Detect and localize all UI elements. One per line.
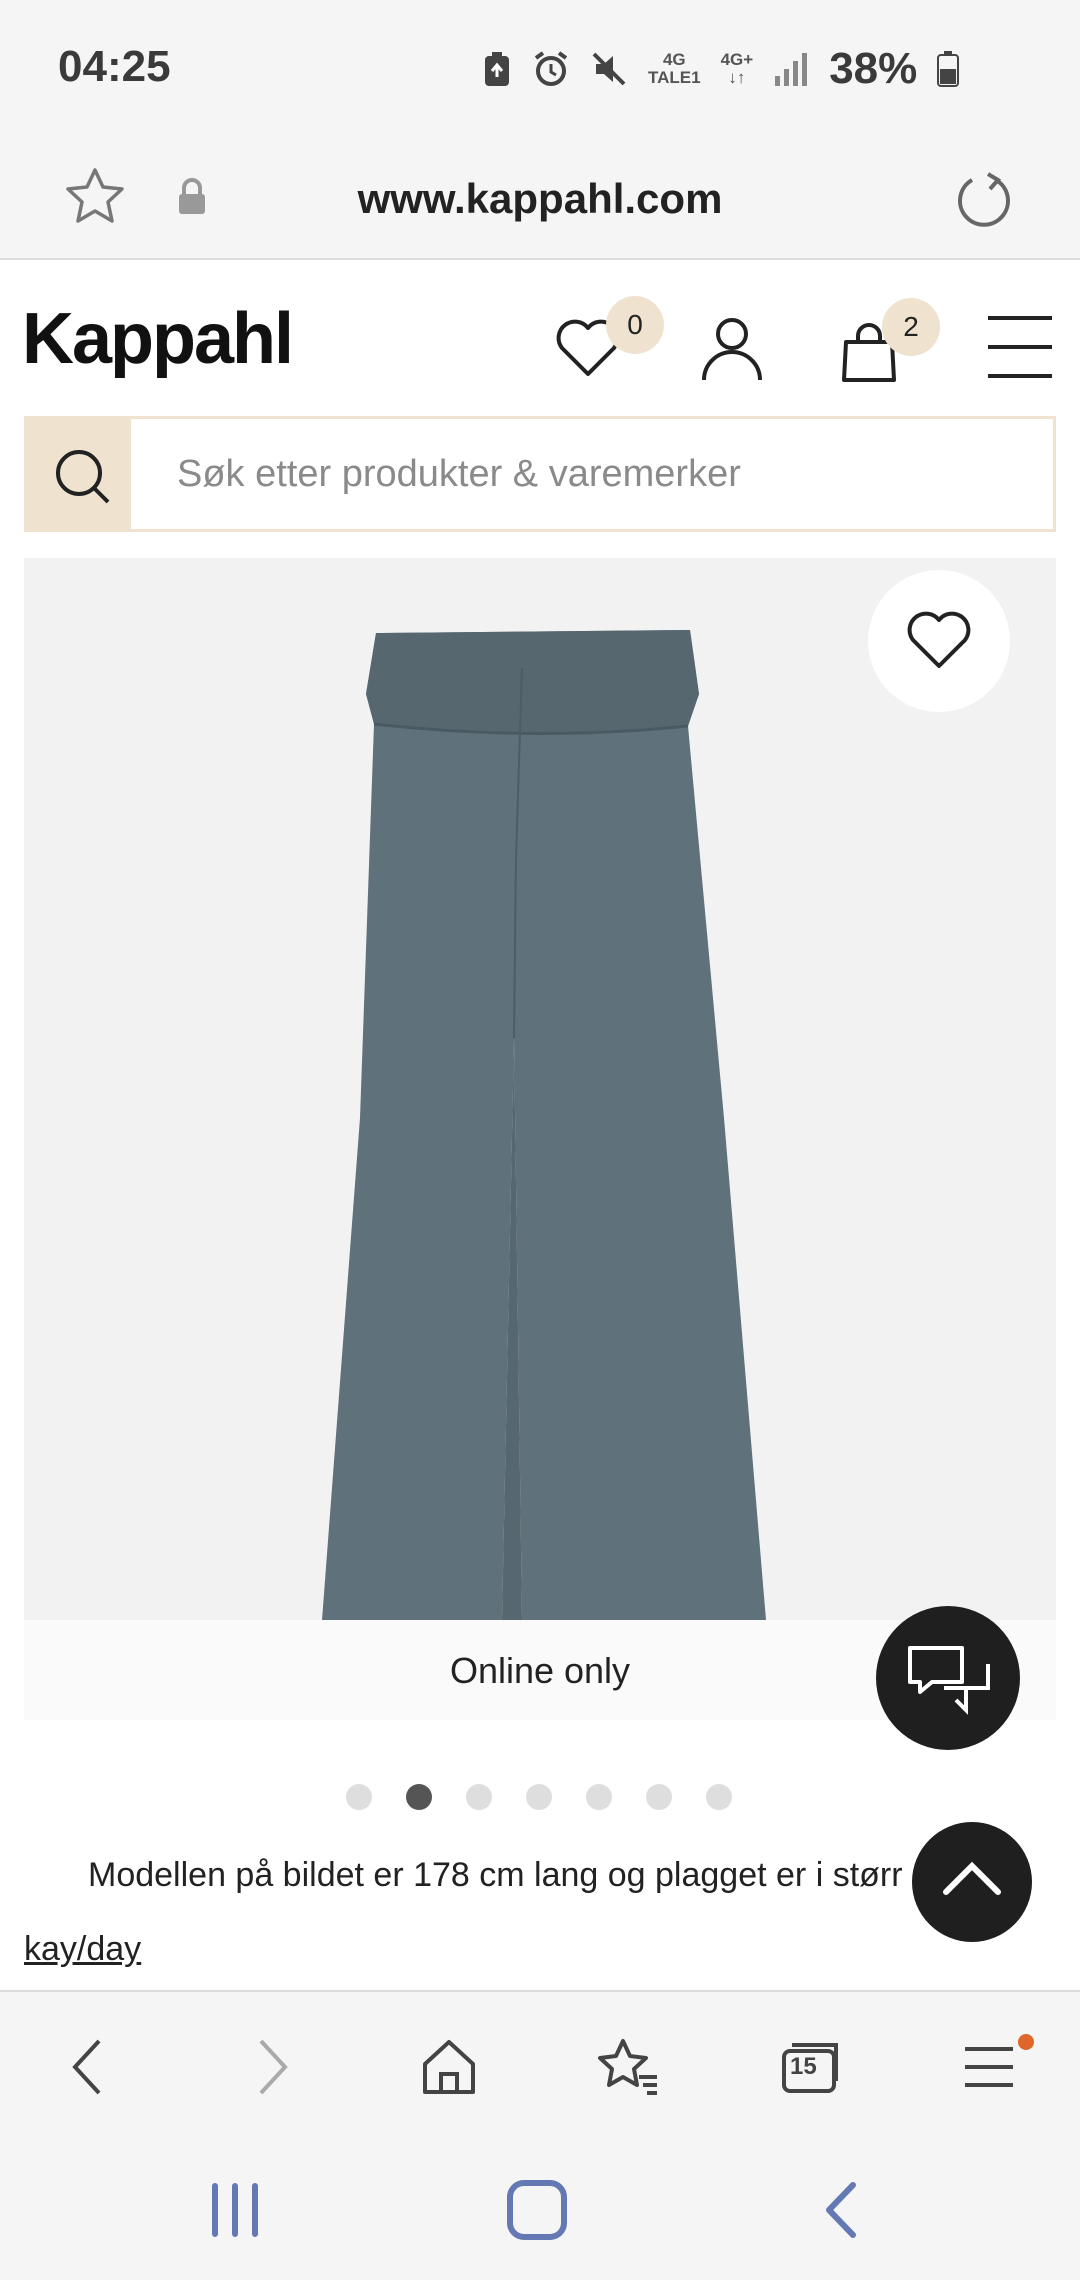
- menu-icon[interactable]: [986, 314, 1054, 380]
- status-bar: 04:25 4G TALE1 4G+ ↓↑ 38%: [0, 0, 1080, 140]
- signal-icon: [775, 53, 808, 86]
- product-favorite-button[interactable]: [868, 570, 1010, 712]
- network-1-indicator: 4G TALE1: [648, 50, 701, 87]
- status-icons: 4G TALE1 4G+ ↓↑ 38%: [482, 44, 960, 94]
- model-info-text: Modellen på bildet er 178 cm lang og pla…: [88, 1856, 903, 1894]
- chevron-right-icon: [259, 2039, 288, 2095]
- network-2-indicator: 4G+ ↓↑: [720, 50, 754, 87]
- system-navigation-bar: [0, 2140, 1080, 2280]
- home-nav-button[interactable]: [492, 2170, 582, 2250]
- brand-link[interactable]: kay/day: [24, 1930, 141, 1969]
- carousel-dot[interactable]: [706, 1784, 732, 1810]
- search-button[interactable]: [27, 419, 131, 529]
- notification-dot: [1018, 2034, 1034, 2050]
- scroll-to-top-button[interactable]: [912, 1822, 1032, 1942]
- kappahl-logo[interactable]: Kappahl: [22, 298, 294, 380]
- battery-icon: [937, 51, 960, 87]
- mute-icon: [592, 52, 626, 86]
- bookmarks-icon: [598, 2039, 657, 2095]
- search-bar[interactable]: [24, 416, 1056, 532]
- carousel-dot-active[interactable]: [406, 1784, 432, 1810]
- carousel-dot[interactable]: [586, 1784, 612, 1810]
- pants-image: [322, 630, 766, 1620]
- battery-percentage: 38%: [829, 44, 918, 93]
- tabs-button[interactable]: 15: [766, 2022, 856, 2112]
- home-button[interactable]: [404, 2022, 494, 2112]
- alarm-icon: [534, 51, 568, 86]
- reload-icon[interactable]: [954, 170, 1014, 230]
- chat-bubbles-icon: [908, 1646, 990, 1715]
- hamburger-icon: [965, 2047, 1013, 2087]
- battery-saver-icon: [485, 52, 509, 86]
- carousel-dot[interactable]: [646, 1784, 672, 1810]
- wishlist-count-badge: 0: [606, 296, 664, 354]
- status-time: 04:25: [58, 42, 171, 91]
- account-icon[interactable]: [700, 316, 764, 382]
- heart-icon: [907, 611, 971, 668]
- search-input[interactable]: [177, 419, 1037, 529]
- browser-menu-button[interactable]: [944, 2022, 1034, 2112]
- recent-apps-button[interactable]: [190, 2170, 280, 2250]
- product-image[interactable]: [24, 558, 1056, 1620]
- browser-address-bar[interactable]: www.kappahl.com: [0, 140, 1080, 260]
- search-icon: [56, 450, 110, 504]
- home-square-icon: [507, 2180, 567, 2240]
- carousel-dot[interactable]: [346, 1784, 372, 1810]
- url-text[interactable]: www.kappahl.com: [0, 164, 1080, 234]
- bookmarks-button[interactable]: [584, 2022, 674, 2112]
- back-arrow-icon: [826, 2182, 856, 2238]
- image-carousel-dots[interactable]: [346, 1784, 732, 1810]
- back-button[interactable]: [42, 2022, 132, 2112]
- carousel-dot[interactable]: [526, 1784, 552, 1810]
- tabs-count: 15: [790, 2053, 817, 2080]
- system-back-button[interactable]: [796, 2170, 886, 2250]
- recent-apps-icon: [212, 2183, 258, 2237]
- home-icon: [423, 2040, 475, 2094]
- chat-button[interactable]: [876, 1606, 1020, 1750]
- carousel-dot[interactable]: [466, 1784, 492, 1810]
- chevron-left-icon: [72, 2039, 101, 2095]
- forward-button[interactable]: [228, 2022, 318, 2112]
- browser-toolbar: 15: [0, 1990, 1080, 2140]
- chevron-up-icon: [943, 1861, 1001, 1895]
- cart-count-badge: 2: [882, 298, 940, 356]
